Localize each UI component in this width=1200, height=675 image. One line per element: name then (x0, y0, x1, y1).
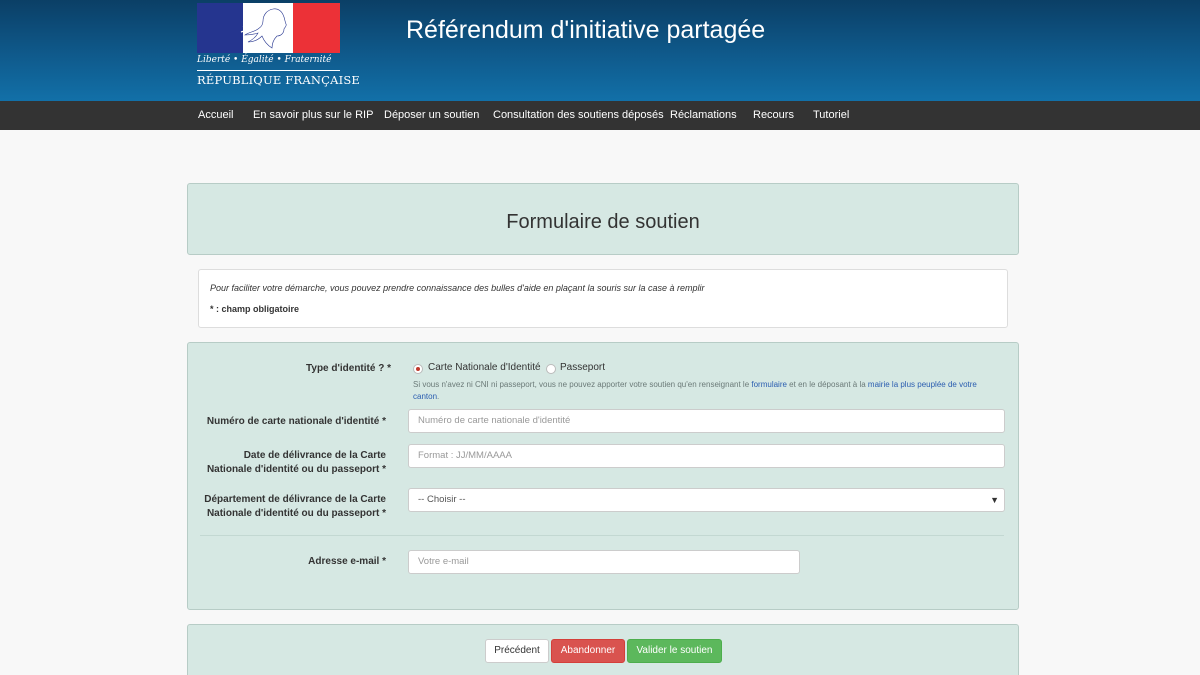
site-header: Liberté • Égalité • Fraternité RÉPUBLIQU… (0, 0, 1200, 101)
issue-date-input[interactable]: Format : JJ/MM/AAAA (408, 444, 1005, 468)
republic-motto: Liberté • Égalité • Fraternité (197, 55, 332, 65)
actions-panel: Précédent Abandonner Valider le soutien (187, 624, 1019, 675)
nav-item-en-savoir-plus[interactable]: En savoir plus sur le RIP (253, 109, 373, 121)
form-panel: Type d'identité ? * Carte Nationale d'Id… (187, 342, 1019, 610)
nav-item-deposer-soutien[interactable]: Déposer un soutien (384, 109, 479, 121)
card-number-label: Numéro de carte nationale d'identité * (206, 416, 386, 427)
radio-cni[interactable] (413, 364, 423, 374)
submit-button[interactable]: Valider le soutien (627, 639, 722, 663)
chevron-down-icon: ▼ (990, 495, 999, 505)
nav-item-reclamations[interactable]: Réclamations (670, 109, 737, 121)
marianne-icon (240, 8, 287, 49)
email-input[interactable]: Votre e-mail (408, 550, 800, 574)
republique-francaise-logo[interactable]: Liberté • Égalité • Fraternité RÉPUBLIQU… (197, 3, 361, 90)
nav-item-tutoriel[interactable]: Tutoriel (813, 109, 849, 121)
info-text: Pour faciliter votre démarche, vous pouv… (210, 283, 705, 293)
republic-name: RÉPUBLIQUE FRANÇAISE (197, 73, 361, 87)
nav-item-consultation[interactable]: Consultation des soutiens déposés (493, 109, 664, 121)
identity-type-label: Type d'identité ? * (306, 363, 391, 374)
main-navbar: Accueil En savoir plus sur le RIP Dépose… (0, 101, 1200, 130)
email-label: Adresse e-mail * (308, 556, 386, 567)
form-title-panel: Formulaire de soutien (187, 183, 1019, 255)
site-title: Référendum d'initiative partagée (406, 16, 766, 44)
required-note: * : champ obligatoire (210, 304, 300, 314)
formulaire-link[interactable]: formulaire (751, 380, 787, 389)
issue-date-label: Date de délivrance de la Carte Nationale … (206, 450, 386, 475)
department-select[interactable]: -- Choisir -- ▼ (408, 488, 1005, 512)
nav-item-accueil[interactable]: Accueil (198, 109, 233, 121)
radio-passport[interactable] (546, 364, 556, 374)
card-number-input[interactable]: Numéro de carte nationale d'identité (408, 409, 1005, 433)
department-selected: -- Choisir -- (418, 494, 466, 505)
form-divider (200, 535, 1004, 536)
radio-passport-label[interactable]: Passeport (560, 362, 605, 373)
nav-item-recours[interactable]: Recours (753, 109, 794, 121)
radio-cni-label[interactable]: Carte Nationale d'Identité (428, 362, 541, 373)
logo-divider (197, 70, 340, 71)
page-title: Formulaire de soutien (506, 211, 700, 233)
info-box: Pour faciliter votre démarche, vous pouv… (198, 269, 1008, 328)
previous-button[interactable]: Précédent (485, 639, 549, 663)
identity-help-text: Si vous n'avez ni CNI ni passeport, vous… (413, 380, 977, 401)
department-label: Département de délivrance de la Carte Nat… (204, 494, 386, 519)
abort-button[interactable]: Abandonner (551, 639, 625, 663)
